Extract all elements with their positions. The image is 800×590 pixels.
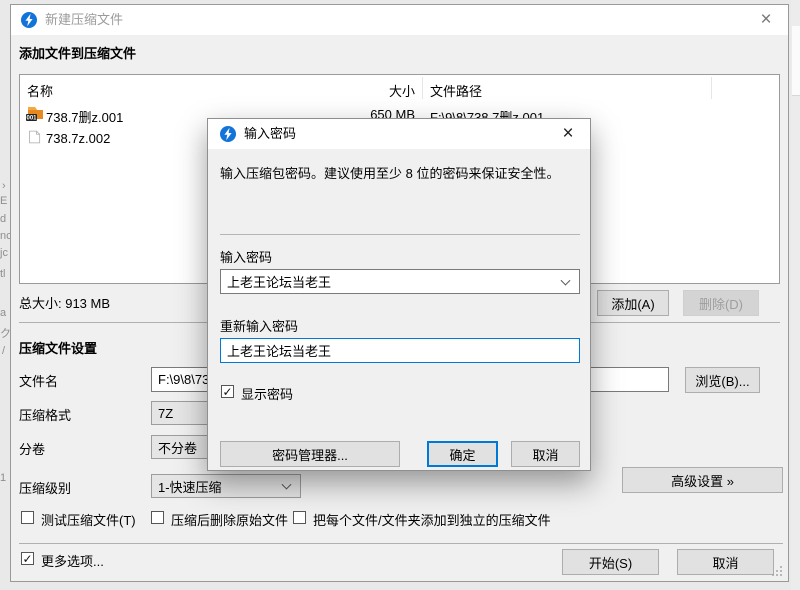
resize-grip[interactable] — [772, 565, 783, 576]
add-button[interactable]: 添加(A) — [597, 290, 669, 316]
column-divider[interactable] — [711, 77, 712, 99]
background-fragment: d — [0, 213, 6, 225]
chevron-down-icon — [282, 480, 292, 490]
password-combobox[interactable]: 上老王论坛当老王 — [220, 269, 580, 294]
background-fragment: / — [2, 345, 5, 357]
window-title: 新建压缩文件 — [45, 5, 123, 35]
browse-button[interactable]: 浏览(B)... — [685, 367, 760, 393]
test-archive-checkbox[interactable] — [21, 511, 34, 524]
file-icon — [28, 129, 42, 145]
file-name: 738.7z.002 — [46, 131, 110, 146]
section-add-files-header: 添加文件到压缩文件 — [19, 43, 136, 62]
confirm-password-input[interactable]: 上老王论坛当老王 — [220, 338, 580, 363]
format-label: 压缩格式 — [19, 405, 71, 424]
background-fragment: 1 — [0, 472, 6, 484]
password-manager-button[interactable]: 密码管理器... — [220, 441, 400, 467]
file-name: 738.7删z.001 — [46, 107, 123, 126]
close-icon[interactable]: × — [752, 8, 780, 32]
separate-archives-label[interactable]: 把每个文件/文件夹添加到独立的压缩文件 — [313, 510, 551, 529]
advanced-settings-button[interactable]: 高级设置 » — [622, 467, 783, 493]
dialog-titlebar: 输入密码 × — [208, 119, 590, 149]
confirm-password-value: 上老王论坛当老王 — [227, 341, 331, 360]
more-options-checkbox[interactable]: ✓ — [21, 552, 34, 565]
chevron-down-icon[interactable] — [561, 275, 571, 285]
password-hint-text: 输入压缩包密码。建议使用至少 8 位的密码来保证安全性。 — [220, 163, 578, 182]
volume-value: 不分卷 — [158, 438, 197, 457]
main-titlebar: 新建压缩文件 × — [11, 5, 788, 35]
start-button[interactable]: 开始(S) — [562, 549, 659, 575]
svg-text:001: 001 — [26, 116, 37, 121]
column-header-name[interactable]: 名称 — [27, 81, 53, 100]
show-password-label[interactable]: 显示密码 — [241, 384, 293, 403]
delete-button: 删除(D) — [683, 290, 759, 316]
background-right-strip — [791, 0, 800, 590]
bandizip-app-icon — [21, 12, 37, 28]
total-size-label: 总大小: 913 MB — [19, 293, 110, 312]
column-header-path[interactable]: 文件路径 — [430, 81, 482, 100]
screen: › E d nc jc tl a ク / 1 新建压缩文件 × 添加文件到压缩文… — [0, 0, 800, 590]
delete-original-label[interactable]: 压缩后删除原始文件 — [171, 510, 288, 529]
delete-original-checkbox[interactable] — [151, 511, 164, 524]
separate-archives-checkbox[interactable] — [293, 511, 306, 524]
section-archive-settings-header: 压缩文件设置 — [19, 338, 97, 357]
volume-label: 分卷 — [19, 439, 45, 458]
password-value: 上老王论坛当老王 — [227, 272, 331, 291]
background-fragment: › — [2, 180, 6, 192]
background-fragment: a — [0, 307, 6, 319]
level-select[interactable]: 1-快速压缩 — [151, 474, 301, 498]
background-fragment: E — [0, 195, 7, 207]
divider — [220, 234, 580, 235]
ok-button[interactable]: 确定 — [427, 441, 498, 467]
confirm-password-label: 重新输入密码 — [220, 316, 298, 335]
archive-part-icon: 001 — [26, 105, 44, 121]
divider — [19, 543, 783, 544]
column-header-size[interactable]: 大小 — [389, 81, 415, 100]
test-archive-label[interactable]: 测试压缩文件(T) — [41, 510, 136, 529]
more-options-label[interactable]: 更多选项... — [41, 551, 104, 570]
show-password-checkbox[interactable]: ✓ — [221, 385, 234, 398]
filename-label: 文件名 — [19, 371, 58, 390]
dialog-close-icon[interactable]: × — [554, 122, 582, 146]
level-label: 压缩级别 — [19, 478, 71, 497]
format-value: 7Z — [158, 406, 173, 421]
background-fragment: jc — [0, 247, 8, 259]
background-fragment: tl — [0, 268, 6, 280]
enter-password-dialog: 输入密码 × 输入压缩包密码。建议使用至少 8 位的密码来保证安全性。 输入密码… — [207, 118, 591, 471]
dialog-title: 输入密码 — [244, 119, 296, 149]
dialog-cancel-button[interactable]: 取消 — [511, 441, 580, 467]
column-divider[interactable] — [422, 77, 423, 99]
bandizip-app-icon — [220, 126, 236, 142]
level-value: 1-快速压缩 — [158, 477, 222, 496]
main-cancel-button[interactable]: 取消 — [677, 549, 774, 575]
password-label: 输入密码 — [220, 247, 272, 266]
